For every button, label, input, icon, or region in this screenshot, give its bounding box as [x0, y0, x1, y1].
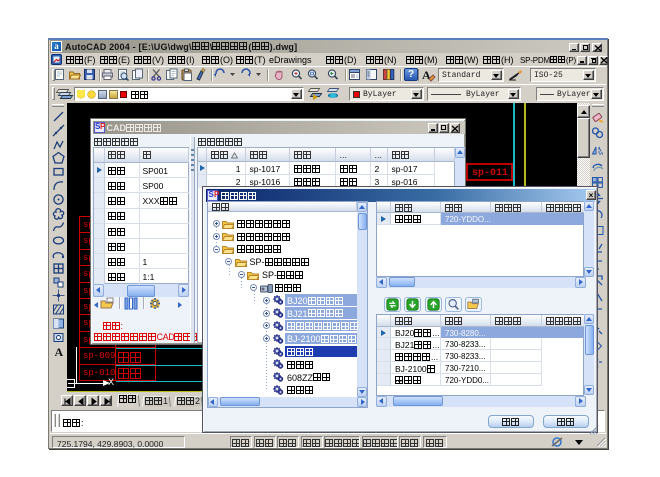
svg-text:A: A: [55, 345, 64, 358]
